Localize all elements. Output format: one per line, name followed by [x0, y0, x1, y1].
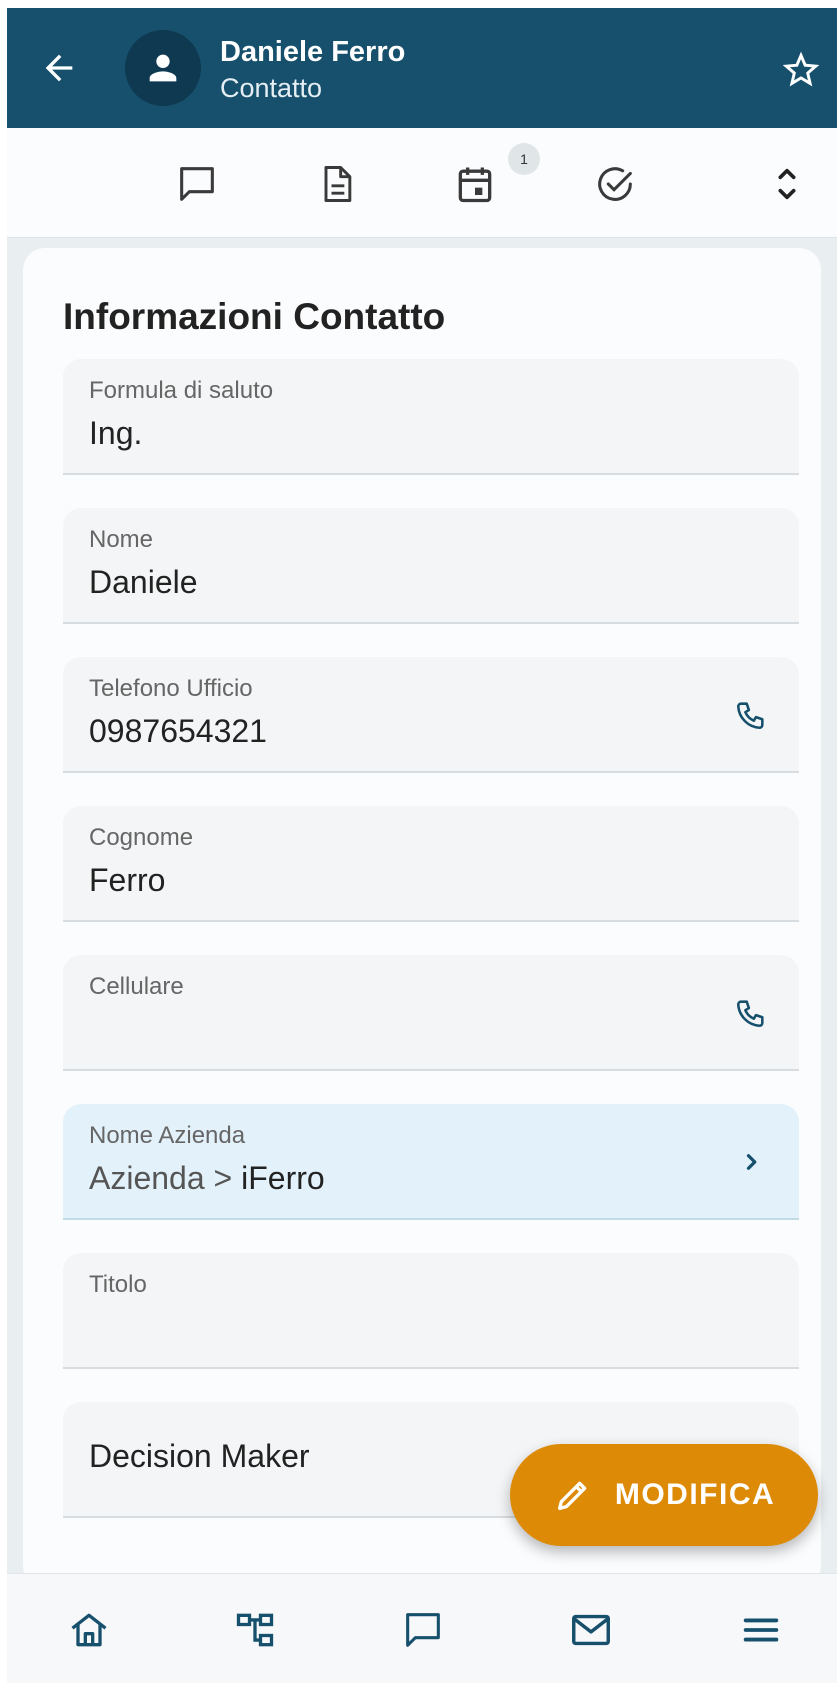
field-label: Titolo — [89, 1271, 147, 1298]
bottom-navigation — [7, 1573, 837, 1683]
company-name-field[interactable]: Nome Azienda Azienda > iFerro — [63, 1104, 799, 1220]
field-label: Cognome — [89, 824, 194, 851]
favorite-button[interactable] — [779, 48, 823, 92]
pencil-icon — [557, 1481, 587, 1510]
nav-comments[interactable] — [397, 1604, 449, 1656]
nav-hierarchy[interactable] — [229, 1604, 281, 1656]
hierarchy-icon — [236, 1613, 274, 1647]
nav-menu[interactable] — [735, 1604, 787, 1656]
expand-icon — [778, 168, 796, 200]
nav-home[interactable] — [63, 1604, 115, 1656]
home-icon — [71, 1613, 107, 1647]
menu-icon — [743, 1618, 779, 1642]
edit-fab-button[interactable]: MODIFICA — [510, 1444, 818, 1546]
calendar-icon — [458, 167, 492, 203]
person-icon — [149, 54, 177, 82]
mail-icon — [572, 1614, 610, 1646]
comment-icon — [180, 167, 214, 201]
company-name: iFerro — [241, 1160, 325, 1196]
app-bar: Daniele Ferro Contatto — [7, 8, 837, 128]
section-title: Informazioni Contatto — [63, 296, 446, 337]
mobile-field[interactable]: Cellulare — [63, 955, 799, 1071]
decision-maker-label: Decision Maker — [89, 1438, 310, 1474]
contact-info-card: Informazioni Contatto Formula di saluto … — [23, 248, 821, 1588]
office-phone-field[interactable]: Telefono Ufficio 0987654321 — [63, 657, 799, 773]
field-label: Telefono Ufficio — [89, 675, 253, 702]
field-value: Ing. — [89, 415, 143, 451]
field-value: Daniele — [89, 564, 198, 600]
field-label: Nome — [89, 526, 154, 553]
field-label: Nome Azienda — [89, 1122, 246, 1149]
phone-icon — [736, 702, 764, 730]
job-title-field[interactable]: Titolo — [63, 1253, 799, 1369]
action-toolbar: 1 — [7, 128, 837, 238]
back-button[interactable] — [37, 46, 81, 90]
field-value: 0987654321 — [89, 713, 267, 749]
record-type: Contatto — [220, 73, 323, 103]
open-company-button[interactable] — [731, 1142, 771, 1182]
field-value: Azienda > iFerro — [89, 1160, 325, 1197]
tasks-button[interactable] — [591, 160, 639, 208]
document-icon — [324, 166, 352, 202]
call-office-button[interactable] — [731, 695, 771, 735]
comments-button[interactable] — [173, 160, 221, 208]
expand-button[interactable] — [763, 160, 811, 208]
calendar-badge: 1 — [508, 143, 540, 175]
edit-fab-label: MODIFICA — [614, 1478, 776, 1511]
star-outline-icon — [782, 51, 820, 87]
salutation-field[interactable]: Formula di saluto Ing. — [63, 359, 799, 475]
comment-icon — [406, 1613, 440, 1647]
phone-icon — [736, 1000, 764, 1028]
nav-mail[interactable] — [565, 1604, 617, 1656]
avatar — [125, 30, 201, 106]
documents-button[interactable] — [313, 160, 361, 208]
app-screen: Daniele Ferro Contatto 1 Informazioni Co… — [7, 8, 837, 1683]
field-label: Formula di saluto — [89, 377, 274, 404]
company-prefix: Azienda > — [89, 1160, 242, 1196]
check-circle-icon — [598, 167, 632, 201]
arrow-left-icon — [45, 54, 73, 82]
first-name-field[interactable]: Nome Daniele — [63, 508, 799, 624]
call-mobile-button[interactable] — [731, 993, 771, 1033]
last-name-field[interactable]: Cognome Ferro — [63, 806, 799, 922]
chevron-right-icon — [746, 1154, 757, 1170]
field-label: Cellulare — [89, 973, 184, 1000]
title-block: Daniele Ferro Contatto — [220, 34, 405, 106]
contact-name: Daniele Ferro — [220, 36, 406, 68]
field-value: Ferro — [89, 862, 166, 898]
calendar-button[interactable] — [451, 160, 499, 208]
